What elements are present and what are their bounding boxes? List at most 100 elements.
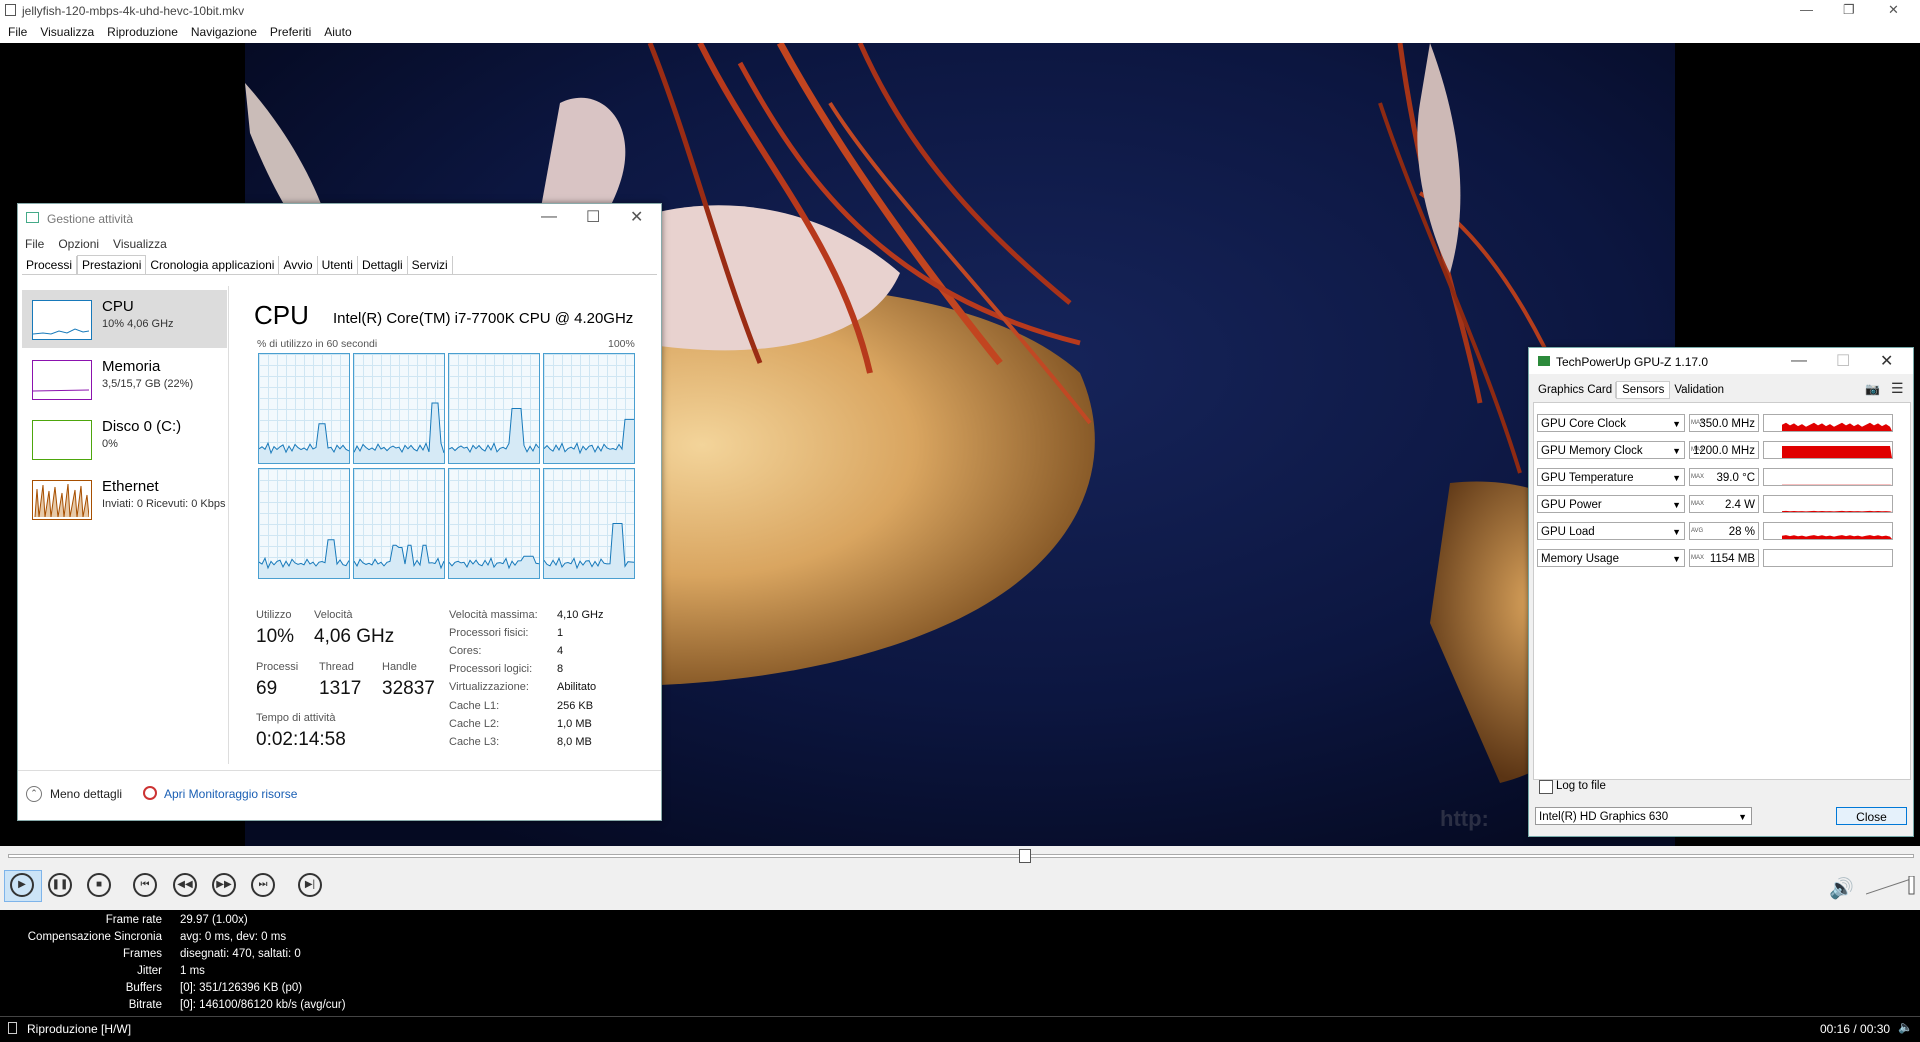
cpu-core-graph — [353, 353, 445, 464]
tab-validation[interactable]: Validation — [1670, 382, 1728, 398]
sensor-name[interactable]: GPU Core Clock▼ — [1537, 414, 1685, 432]
log-label: Log to file — [1556, 780, 1606, 792]
maximize-button[interactable]: ☐ — [586, 207, 600, 227]
rewind-icon[interactable]: ◀◀ — [173, 873, 197, 897]
sensor-name[interactable]: GPU Memory Clock▼ — [1537, 441, 1685, 459]
cpu-core-graph — [448, 468, 540, 579]
sensor-graph — [1763, 549, 1893, 567]
cpu-heading: CPU — [254, 300, 309, 331]
watermark-text: http: — [1440, 806, 1489, 832]
graph-max: 100% — [608, 338, 635, 350]
thread-value: 1317 — [319, 678, 361, 700]
menu-aiuto[interactable]: Aiuto — [324, 22, 351, 43]
close-button[interactable]: ✕ — [1888, 2, 1899, 18]
tab-processi[interactable]: Processi — [22, 256, 77, 274]
sensor-value-text: 39.0 °C — [1717, 472, 1755, 484]
sensor-name-text: GPU Core Clock — [1541, 418, 1626, 430]
menu-riproduzione[interactable]: Riproduzione — [107, 22, 178, 43]
menu-icon[interactable]: ☰ — [1891, 380, 1904, 397]
resource-monitor-link[interactable]: Apri Monitoraggio risorse — [164, 787, 297, 801]
sidebar-item-disco[interactable]: Disco 0 (C:) 0% — [22, 410, 227, 468]
menu-preferiti[interactable]: Preferiti — [270, 22, 311, 43]
sensor-name[interactable]: Memory Usage▼ — [1537, 549, 1685, 567]
tab-utenti[interactable]: Utenti — [318, 256, 358, 274]
seek-thumb[interactable] — [1019, 849, 1031, 863]
sidebar-item-memoria[interactable]: Memoria 3,5/15,7 GB (22%) — [22, 350, 227, 408]
volume-icon[interactable]: 🔊 — [1829, 876, 1854, 901]
velocita-label: Velocità — [314, 609, 353, 621]
stat-label: Compensazione Sincronia — [28, 929, 162, 946]
cpu-core-graph — [353, 468, 445, 579]
player-title-bar: jellyfish-120-mbps-4k-uhd-hevc-10bit.mkv… — [0, 0, 1920, 22]
tab-prestazioni[interactable]: Prestazioni — [77, 255, 146, 274]
skip-back-icon[interactable]: ⏮ — [133, 873, 157, 897]
seek-bar[interactable] — [8, 854, 1914, 858]
close-button[interactable]: ✕ — [630, 207, 643, 227]
sensor-row: GPU Load▼AVG28 % — [1537, 522, 1901, 542]
menu-file[interactable]: File — [8, 22, 27, 43]
sensor-name[interactable]: GPU Power▼ — [1537, 495, 1685, 513]
pause-icon[interactable]: ❚❚ — [48, 873, 72, 897]
restore-button[interactable]: ❐ — [1843, 2, 1855, 18]
playback-statistics: Frame rate29.97 (1.00x) Compensazione Si… — [0, 910, 1920, 1016]
menu-navigazione[interactable]: Navigazione — [191, 22, 257, 43]
sensor-tag: MAX — [1691, 495, 1704, 513]
handle-label: Handle — [382, 661, 417, 673]
tab-servizi[interactable]: Servizi — [408, 256, 453, 274]
sensor-graph — [1763, 441, 1893, 459]
cpu-core-graph — [258, 353, 350, 464]
close-dialog-button[interactable]: Close — [1836, 807, 1907, 825]
cpu-detail-label: Processori logici: — [449, 663, 532, 675]
tab-dettagli[interactable]: Dettagli — [358, 256, 408, 274]
stat-label: Frames — [123, 946, 162, 963]
stat-row: Bitrate[0]: 146100/86120 kb/s (avg/cur) — [0, 997, 1920, 1014]
sensor-row: GPU Power▼ MAX 2.4 W — [1537, 495, 1901, 515]
speaker-icon[interactable]: 🔈 — [1898, 1020, 1913, 1034]
camera-icon[interactable]: 📷 — [1865, 382, 1880, 396]
sidebar-item-sub: 3,5/15,7 GB (22%) — [102, 378, 193, 390]
fast-forward-icon[interactable]: ▶▶ — [212, 873, 236, 897]
sensor-value-text: 2.4 W — [1725, 499, 1755, 511]
device-select[interactable]: Intel(R) HD Graphics 630 ▼ — [1535, 807, 1752, 825]
gpuz-icon — [1538, 356, 1550, 366]
tab-avvio[interactable]: Avvio — [279, 256, 317, 274]
tab-cronologia[interactable]: Cronologia applicazioni — [146, 256, 279, 274]
resource-monitor-icon[interactable] — [143, 786, 157, 800]
tm-tabs: ProcessiPrestazioniCronologia applicazio… — [22, 255, 657, 275]
play-button[interactable]: ▶ — [10, 873, 34, 897]
stat-label: Jitter — [137, 963, 162, 980]
cpu-detail-value: Abilitato — [557, 681, 596, 693]
volume-slider[interactable] — [1866, 876, 1916, 896]
less-details-link[interactable]: Meno dettagli — [50, 787, 122, 801]
log-checkbox[interactable] — [1539, 780, 1553, 794]
chevron-down-icon: ▼ — [1672, 469, 1681, 487]
maximize-button[interactable]: ☐ — [1836, 351, 1850, 371]
skip-forward-icon[interactable]: ⏭ — [251, 873, 275, 897]
sensor-value: MAX1200.0 MHz — [1689, 441, 1759, 459]
stop-icon[interactable]: ■ — [87, 873, 111, 897]
frame-step-icon[interactable]: ▶| — [298, 873, 322, 897]
sidebar-item-cpu[interactable]: CPU 10% 4,06 GHz — [22, 290, 227, 348]
close-button[interactable]: ✕ — [1880, 351, 1893, 371]
minimize-button[interactable]: — — [1791, 352, 1807, 370]
menu-visualizza[interactable]: Visualizza — [40, 22, 94, 43]
chevron-up-icon[interactable]: ⌃ — [26, 786, 42, 802]
cpu-detail-label: Cache L1: — [449, 700, 499, 712]
tab-sensors[interactable]: Sensors — [1616, 381, 1670, 399]
utilizzo-label: Utilizzo — [256, 609, 291, 621]
sidebar-item-label: Disco 0 (C:) — [102, 418, 181, 435]
sensor-tag: MAX — [1691, 441, 1704, 459]
sensor-value: MAX350.0 MHz — [1689, 414, 1759, 432]
sidebar-item-ethernet[interactable]: Ethernet Inviati: 0 Ricevuti: 0 Kbps — [22, 470, 227, 528]
chevron-down-icon: ▼ — [1672, 523, 1681, 541]
sensor-name[interactable]: GPU Load▼ — [1537, 522, 1685, 540]
minimize-button[interactable]: — — [541, 208, 557, 226]
cpu-detail-value: 4 — [557, 645, 563, 657]
tm-menu-file[interactable]: File — [25, 237, 44, 251]
tm-menu-opzioni[interactable]: Opzioni — [58, 237, 99, 251]
minimize-button[interactable]: — — [1800, 2, 1813, 17]
sensor-name[interactable]: GPU Temperature▼ — [1537, 468, 1685, 486]
tm-menu-visualizza[interactable]: Visualizza — [113, 237, 167, 251]
sensor-row: GPU Temperature▼MAX39.0 °C — [1537, 468, 1901, 488]
tab-graphics-card[interactable]: Graphics Card — [1535, 382, 1616, 398]
